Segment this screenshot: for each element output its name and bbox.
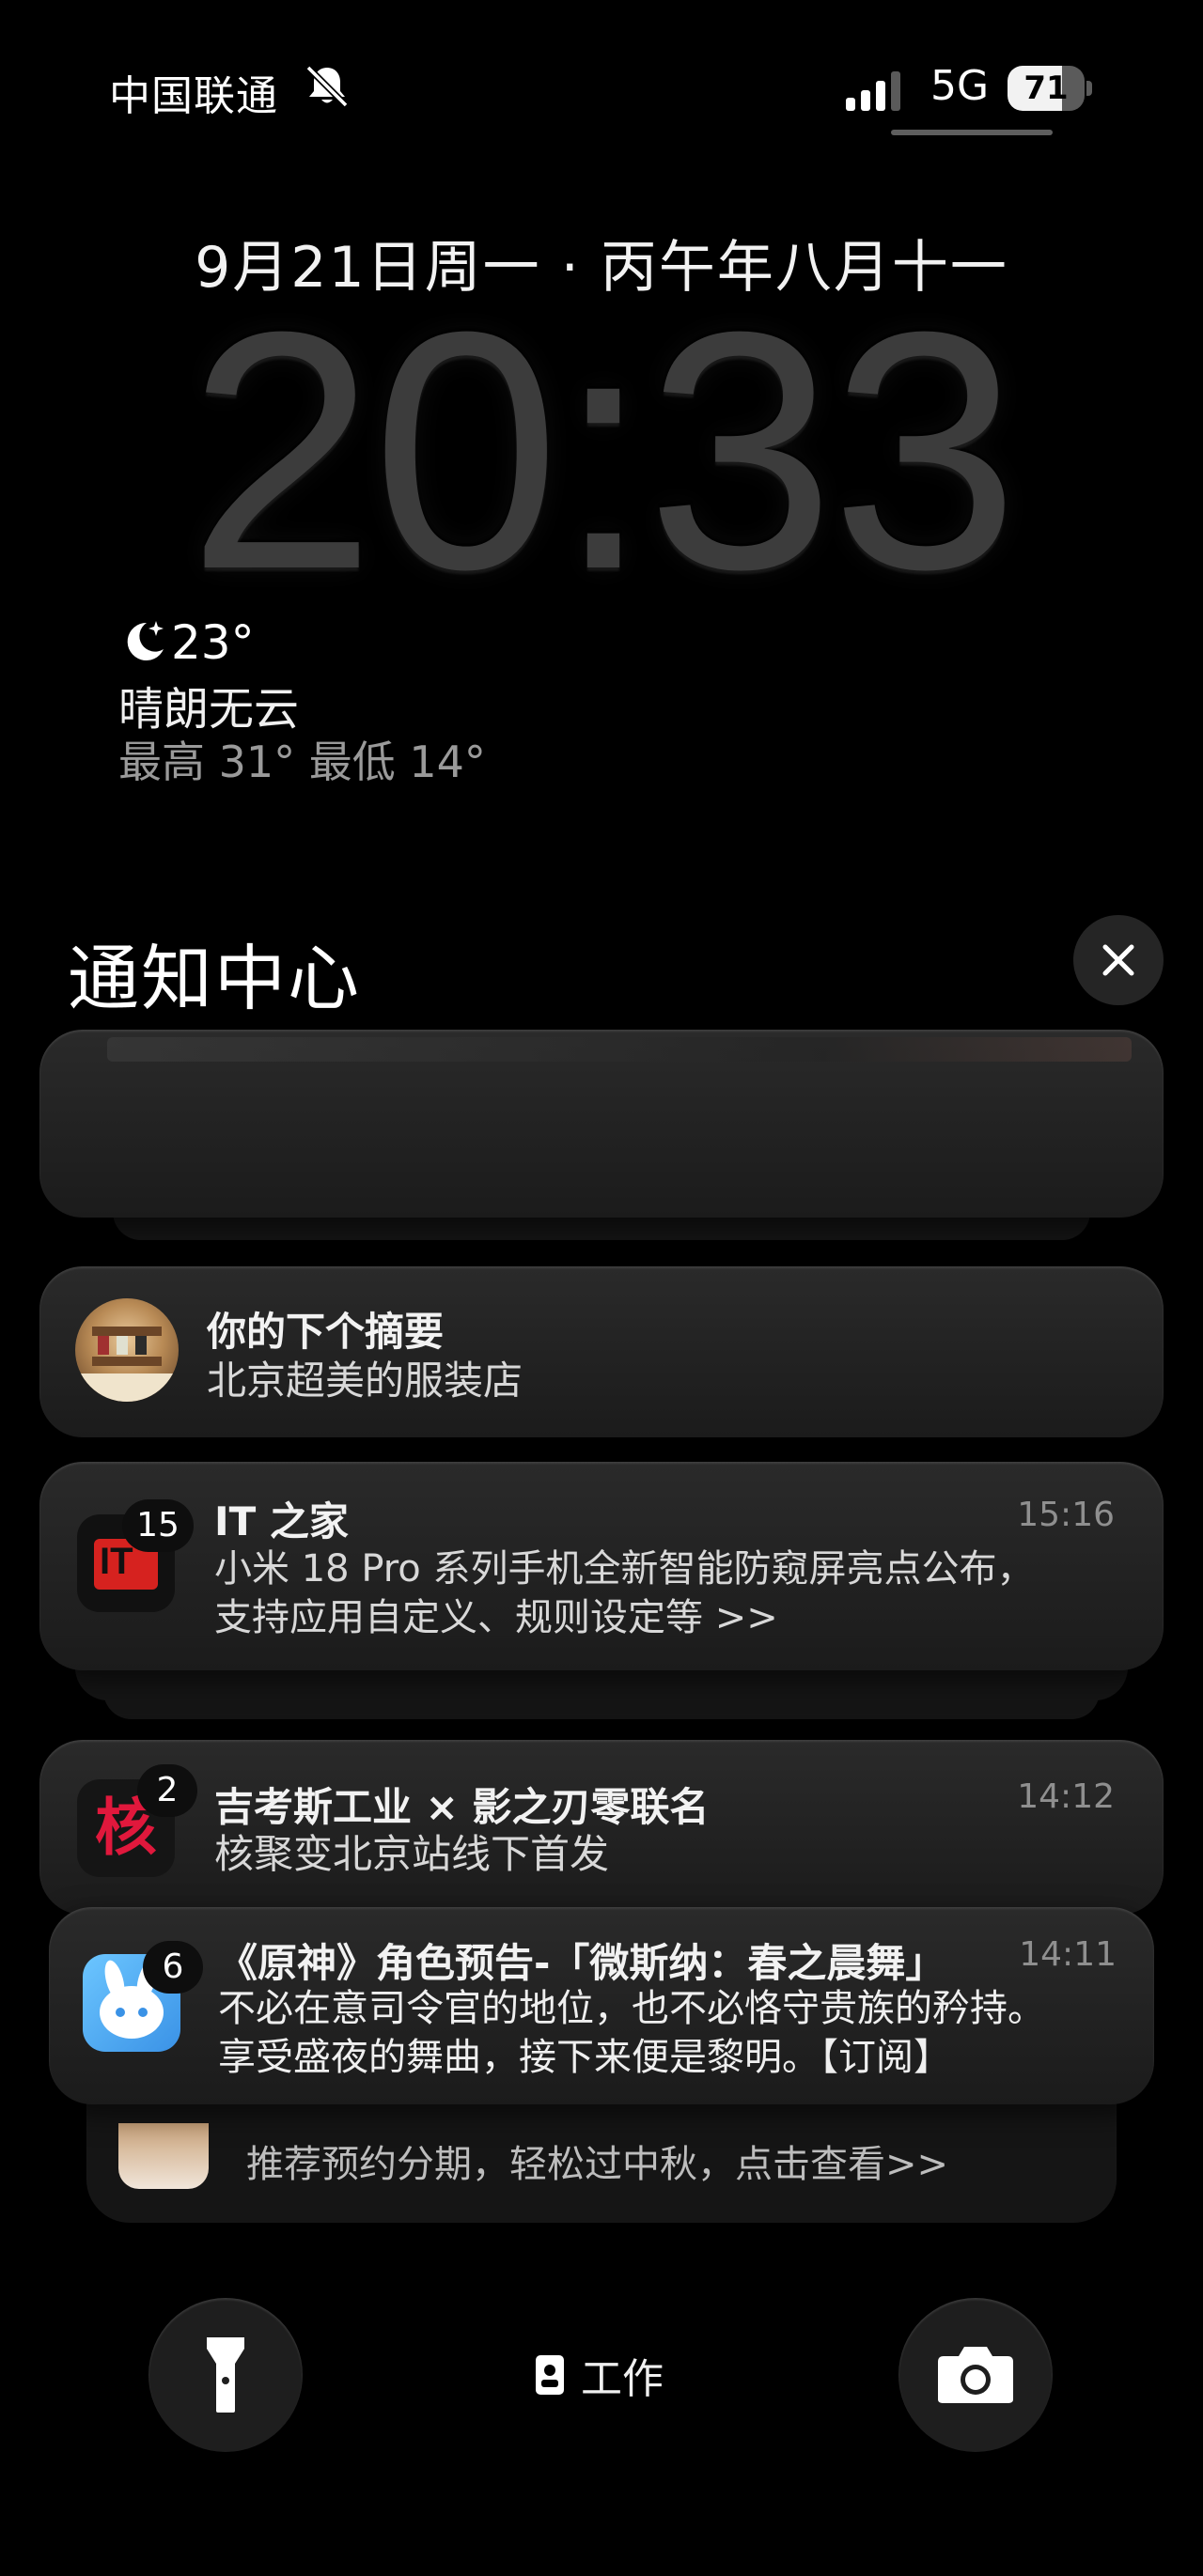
focus-label: 工作 [581,2355,664,2403]
lock-clock: 20:33 [187,262,1020,640]
miyoushe-body-line1: 不必在意司令官的地位，也不必恪守贵族的矜持。 [218,1987,1045,2030]
battery-indicator: 71 [1008,66,1092,111]
cellular-signal-icon [846,71,900,111]
hejubian-body: 核聚变北京站线下首发 [214,1831,610,1877]
ithome-body-line1: 小米 18 Pro 系列手机全新智能防窥屏亮点公布， [214,1547,1035,1591]
work-badge-icon [536,2355,564,2395]
hejubian-time: 14:12 [1017,1777,1115,1816]
ithome-body-line2: 支持应用自定义、规则设定等 >> [214,1596,778,1639]
weather-temperature: 23° [171,615,255,670]
unknown-app-icon [118,2123,209,2189]
summary-card[interactable]: 你的下个摘要 北京超美的服装店 [39,1266,1164,1437]
notification-center-title: 通知中心 [68,937,361,1020]
flashlight-icon [207,2337,244,2413]
ithome-time: 15:16 [1017,1496,1115,1534]
weather-widget[interactable]: 23° [118,615,255,670]
network-type: 5G [930,62,990,110]
miyoushe-time: 14:11 [1019,1935,1117,1974]
hejubian-title: 吉考斯工业 × 影之刃零联名 [214,1784,710,1830]
miyoushe-title: 《原神》角色预告-「微斯纳：春之晨舞」 [218,1940,945,1986]
battery-percent: 71 [1023,70,1069,107]
focus-mode[interactable]: 工作 [536,2345,664,2405]
miyoushe-badge: 6 [143,1941,203,1994]
notification-stack-collapsed[interactable] [39,1030,1164,1218]
moon-stars-icon [127,621,164,660]
silent-bell-icon [305,65,349,108]
notification-hejubian[interactable]: 核 2 吉考斯工业 × 影之刃零联名 14:12 核聚变北京站线下首发 [39,1740,1164,1915]
summary-title: 你的下个摘要 [207,1309,445,1355]
hejubian-badge: 2 [137,1764,197,1817]
camera-icon [938,2347,1013,2403]
carrier-label: 中国联通 [109,72,278,120]
notification-miyoushe[interactable]: 6 《原神》角色预告-「微斯纳：春之晨舞」 14:11 不必在意司令官的地位，也… [49,1907,1154,2104]
ithome-icon-text: IT [100,1541,133,1582]
close-button[interactable] [1073,915,1164,1005]
camera-button[interactable] [898,2298,1053,2452]
unknown-body: 推荐预约分期，轻松过中秋，点击查看>> [246,2143,949,2186]
ithome-badge: 15 [122,1499,194,1552]
ithome-title: IT 之家 [214,1498,349,1544]
close-icon [1102,944,1134,976]
summary-subtitle: 北京超美的服装店 [207,1358,523,1404]
control-center-handle[interactable] [891,130,1053,135]
summary-thumbnail [75,1298,179,1402]
notification-ithome[interactable]: IT 15 IT 之家 15:16 小米 18 Pro 系列手机全新智能防窥屏亮… [39,1462,1164,1670]
weather-range: 最高 31° 最低 14° [118,737,486,787]
flashlight-button[interactable] [148,2298,303,2452]
miyoushe-body-line2: 享受盛夜的舞曲，接下来便是黎明。【订阅】 [218,2036,951,2079]
